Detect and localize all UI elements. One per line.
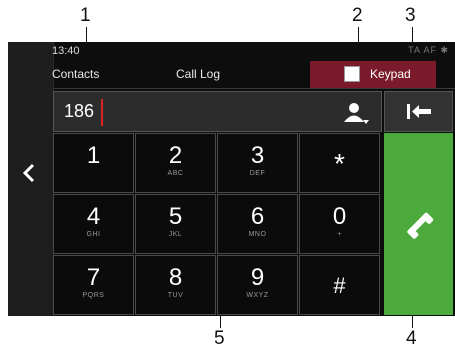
key-letters: MNO [248,231,267,238]
key-digit: 9 [250,264,265,291]
key-1[interactable]: 1 [53,133,134,193]
key-star[interactable]: * [299,133,380,193]
key-digit: # [333,273,346,298]
tab-keypad[interactable]: Keypad [310,61,436,89]
backspace-button[interactable] [384,91,453,132]
tab-contacts[interactable]: Contacts [52,67,99,81]
chevron-left-icon [22,163,35,183]
key-4[interactable]: 4 GHI [53,194,134,254]
phone-icon [407,212,434,239]
key-digit: 5 [168,203,183,230]
key-letters: + [337,231,342,238]
text-cursor [101,99,103,126]
key-digit: 7 [86,264,101,291]
backspace-icon [407,104,431,119]
key-digit: 0 [332,203,347,230]
key-6[interactable]: 6 MNO [217,194,298,254]
keypad-tab-box [344,66,360,82]
key-digit: 6 [250,203,265,230]
tab-keypad-label: Keypad [370,67,411,81]
callout-1: 1 [80,5,91,26]
key-3[interactable]: 3 DEF [217,133,298,193]
back-strip [8,42,54,316]
call-button[interactable] [384,133,453,315]
key-letters: WXYZ [246,292,269,299]
key-digit: 2 [168,142,183,169]
key-digit: 3 [250,142,265,169]
key-8[interactable]: 8 TUV [135,255,216,315]
back-button[interactable] [14,158,44,188]
key-letters: GHI [86,231,101,238]
status-indicators: TA AF ✱ [408,45,449,55]
key-digit: 1 [86,142,101,169]
tab-divider [54,88,455,89]
key-5[interactable]: 5 JKL [135,194,216,254]
phone-screen: 13:40 TA AF ✱ Contacts Call Log Keypad 1… [8,42,455,316]
callout-4: 4 [406,328,417,349]
key-hash[interactable]: # [299,255,380,315]
key-letters: PQRS [82,292,105,299]
key-letters: JKL [168,231,183,238]
callout-3: 3 [405,5,416,26]
key-letters: TUV [167,292,184,299]
key-9[interactable]: 9 WXYZ [217,255,298,315]
tab-call-log[interactable]: Call Log [176,67,220,81]
status-time: 13:40 [52,45,80,57]
dial-keypad: 1 2 ABC 3 DEF * 4 GHI 5 JKL 6 MNO 0 + 7 … [53,133,382,315]
key-letters: DEF [249,170,266,177]
contact-picker-icon [344,103,369,124]
key-digit: * [334,148,345,179]
number-input[interactable]: 186 [53,91,382,132]
callout-5: 5 [214,328,225,349]
key-7[interactable]: 7 PQRS [53,255,134,315]
callout-2: 2 [352,5,363,26]
key-letters: ABC [167,170,184,177]
key-digit: 4 [86,203,101,230]
number-input-value: 186 [64,101,95,121]
key-0[interactable]: 0 + [299,194,380,254]
contact-picker-button[interactable] [340,96,372,128]
key-digit: 8 [168,264,183,291]
key-2[interactable]: 2 ABC [135,133,216,193]
